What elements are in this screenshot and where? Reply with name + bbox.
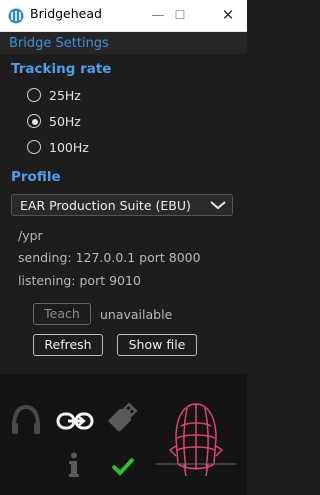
profile-title: Profile <box>11 169 61 185</box>
headphones-icon <box>12 404 40 434</box>
window-title: Bridgehead <box>30 6 102 21</box>
radio-button-selected[interactable] <box>27 114 41 128</box>
refresh-button[interactable]: Refresh <box>33 334 103 356</box>
tracking-rate-title: Tracking rate <box>11 61 112 77</box>
profile-select-value: EAR Production Suite (EBU) <box>20 198 191 213</box>
check-icon <box>111 457 135 476</box>
sending-info: sending: 127.0.0.1 port 8000 <box>18 250 201 265</box>
status-panel <box>0 374 247 495</box>
osc-path: /ypr <box>18 228 43 243</box>
app-logo-icon <box>8 8 24 24</box>
title-bar: Bridgehead — ☐ ✕ <box>0 0 247 32</box>
usb-icon <box>108 402 138 432</box>
radio-button[interactable] <box>27 140 41 154</box>
radio-label: 25Hz <box>49 88 81 103</box>
listening-info: listening: port 9010 <box>18 273 141 288</box>
settings-header: Bridge Settings <box>9 36 109 51</box>
close-button[interactable]: ✕ <box>211 0 245 31</box>
profile-select[interactable]: EAR Production Suite (EBU) <box>11 194 233 216</box>
radio-label: 100Hz <box>49 140 89 155</box>
radio-button[interactable] <box>27 88 41 102</box>
teach-status: unavailable <box>100 307 173 322</box>
settings-header-bar: Bridge Settings <box>0 32 247 54</box>
show-file-button[interactable]: Show file <box>117 334 197 356</box>
chevron-down-icon <box>210 201 226 210</box>
radio-label: 50Hz <box>49 114 81 129</box>
teach-button[interactable]: Teach <box>33 303 91 325</box>
info-icon <box>69 452 79 477</box>
radio-dot <box>32 119 38 125</box>
head-wireframe-icon <box>156 403 236 477</box>
maximize-button[interactable]: ☐ <box>163 0 197 31</box>
link-icon <box>56 412 94 430</box>
